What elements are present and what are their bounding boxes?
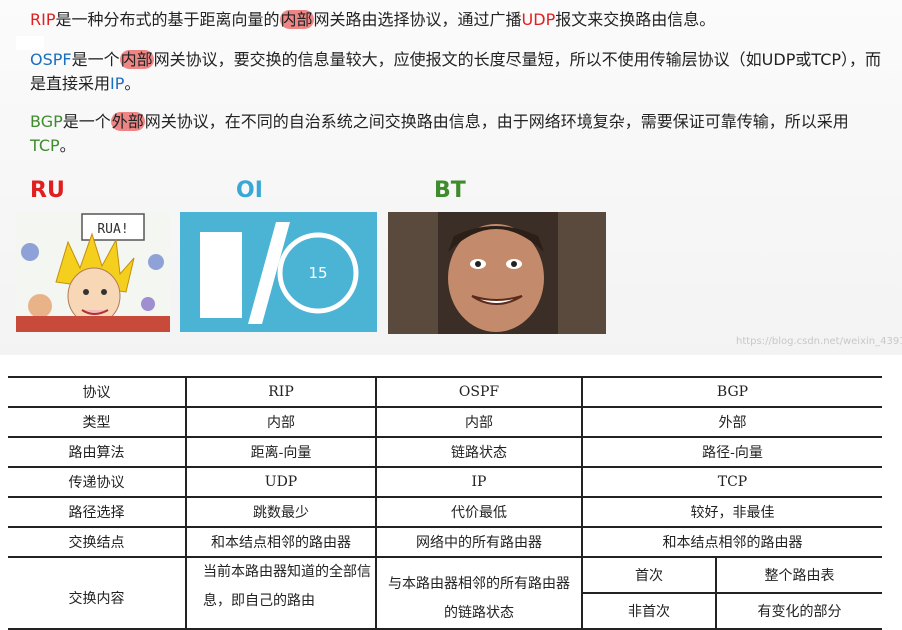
- ru-label: RU: [30, 178, 65, 203]
- table-cell: 链路状态: [375, 437, 583, 468]
- table-row: 交换结点 和本结点相邻的路由器 网络中的所有路由器 和本结点相邻的路由器: [8, 527, 882, 558]
- table-cell: 距离-向量: [185, 437, 377, 468]
- bgp-paragraph: BGP是一个外部网关协议，在不同的自治系统之间交换路由信息，由于网络环境复杂，需…: [30, 112, 849, 155]
- table-row: 路由算法 距离-向量 链路状态 路径-向量: [8, 437, 882, 468]
- highlight-interior: 内部: [279, 10, 314, 29]
- table-cell: 跳数最少: [185, 497, 377, 528]
- table-cell: 和本结点相邻的路由器: [581, 527, 882, 558]
- udp-term: UDP: [521, 10, 556, 29]
- table-header-row: 协议 RIP OSPF BGP: [8, 376, 882, 408]
- watermark: https://blog.csdn.net/weixin_43914604: [736, 336, 902, 347]
- ip-term: IP: [110, 74, 125, 93]
- table-cell: 路径选择: [8, 497, 187, 528]
- table-cell: 首次: [581, 557, 717, 594]
- bt-photo-image: [388, 212, 606, 334]
- table-row: 路径选择 跳数最少 代价最低 较好，非最佳: [8, 497, 882, 528]
- table-cell: IP: [375, 467, 583, 498]
- tcp-term: TCP: [30, 136, 60, 155]
- table-cell: TCP: [581, 467, 882, 498]
- ospf-term: OSPF: [30, 50, 72, 69]
- table-cell: 代价最低: [375, 497, 583, 528]
- oi-number: 15: [308, 264, 327, 282]
- bgp-term: BGP: [30, 112, 63, 131]
- table-row: 交换内容 当前本路由器知道的全部信息，即自己的路由 与本路由器相邻的所有路由器的…: [8, 557, 882, 630]
- table-cell: 非首次: [581, 593, 717, 630]
- table-cell: 内部: [185, 407, 377, 438]
- table-cell: 类型: [8, 407, 187, 438]
- table-cell: 较好，非最佳: [581, 497, 882, 528]
- table-cell: 网络中的所有路由器: [375, 527, 583, 558]
- ospf-paragraph: OSPF是一个内部网关协议，要交换的信息量较大，应使报文的长度尽量短，所以不使用…: [30, 50, 882, 93]
- header-cell: 协议: [8, 376, 187, 408]
- table-cell: 传递协议: [8, 467, 187, 498]
- header-cell: BGP: [581, 376, 882, 408]
- protocol-comparison-table: 协议 RIP OSPF BGP 类型 内部 内部 外部 路由算法 距离-向量 链…: [8, 376, 882, 630]
- table-cell: 交换结点: [8, 527, 187, 558]
- table-cell: 内部: [375, 407, 583, 438]
- rip-paragraph: RIP是一种分布式的基于距离向量的内部网关路由选择协议，通过广播UDP报文来交换…: [30, 10, 716, 29]
- table-cell: 路由算法: [8, 437, 187, 468]
- header-cell: RIP: [185, 376, 377, 408]
- table-cell: 当前本路由器知道的全部信息，即自己的路由: [185, 557, 377, 630]
- oi-logo-image: 15: [180, 212, 377, 332]
- highlight-interior: 内部: [119, 50, 154, 69]
- table-cell: 交换内容: [8, 557, 187, 630]
- table-cell: 与本路由器相邻的所有路由器的链路状态: [375, 557, 583, 630]
- table-cell: 有变化的部分: [715, 593, 882, 630]
- bt-label: BT: [434, 178, 466, 203]
- table-cell: 路径-向量: [581, 437, 882, 468]
- table-cell: UDP: [185, 467, 377, 498]
- highlight-exterior: 外部: [110, 112, 145, 131]
- ru-cartoon-image: RUA!: [16, 212, 170, 332]
- oi-label: OI: [236, 178, 263, 203]
- table-cell: 外部: [581, 407, 882, 438]
- ru-speech-text: RUA!: [97, 222, 128, 237]
- table-cell: 和本结点相邻的路由器: [185, 527, 377, 558]
- header-cell: OSPF: [375, 376, 583, 408]
- table-row: 类型 内部 内部 外部: [8, 407, 882, 438]
- table-row: 传递协议 UDP IP TCP: [8, 467, 882, 498]
- rip-term: RIP: [30, 10, 56, 29]
- table-cell: 整个路由表: [715, 557, 882, 594]
